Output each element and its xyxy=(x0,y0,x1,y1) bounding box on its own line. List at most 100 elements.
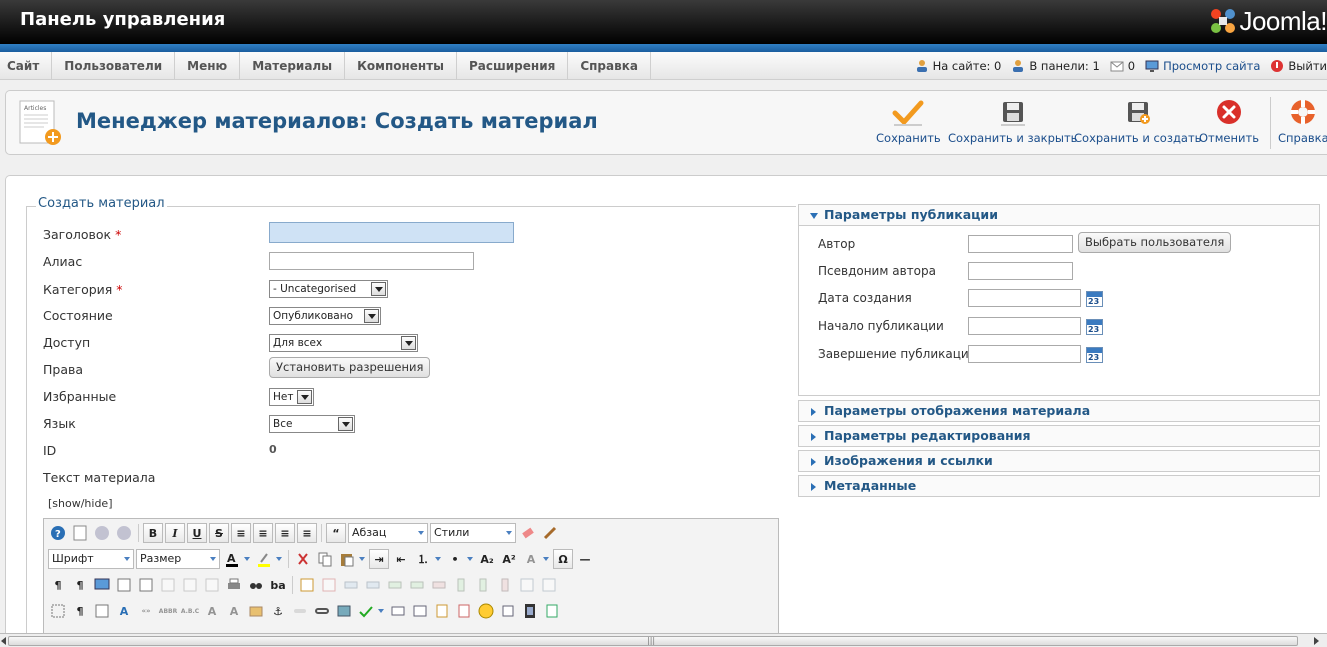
outdent-icon[interactable]: ⇤ xyxy=(391,549,411,569)
chevron-down-icon[interactable] xyxy=(378,601,386,621)
cut-icon[interactable] xyxy=(293,549,313,569)
menu-item-content[interactable]: Материалы xyxy=(240,52,346,80)
link-icon[interactable] xyxy=(312,601,332,621)
format-select[interactable]: Абзац xyxy=(348,523,428,543)
unlink-icon[interactable] xyxy=(290,601,310,621)
author-input[interactable] xyxy=(968,235,1073,253)
horizontal-scrollbar[interactable]: ||| xyxy=(0,633,1327,647)
menu-item-users[interactable]: Пользователи xyxy=(52,52,176,80)
font-family-select[interactable]: Шрифт xyxy=(48,549,134,569)
superscript-icon[interactable]: A² xyxy=(499,549,519,569)
abbr-icon[interactable]: ABBR xyxy=(158,601,178,621)
style-props-icon[interactable]: A xyxy=(114,601,134,621)
media-icon[interactable] xyxy=(498,601,518,621)
copy-icon[interactable] xyxy=(315,549,335,569)
visual-aid-icon[interactable] xyxy=(48,601,68,621)
print-icon[interactable] xyxy=(224,575,244,595)
special-char-icon[interactable]: Ω xyxy=(553,549,573,569)
save-new-button[interactable]: Сохранить и создать xyxy=(1074,99,1201,145)
joomla-logo[interactable]: Joomla! xyxy=(1207,4,1327,38)
blockquote-icon[interactable]: “ xyxy=(326,523,346,543)
del-icon[interactable]: A xyxy=(202,601,222,621)
ins-icon[interactable]: A xyxy=(224,601,244,621)
preview-icon[interactable] xyxy=(114,575,134,595)
publish-up-input[interactable] xyxy=(968,317,1081,335)
menu-item-site[interactable]: Сайт xyxy=(0,52,53,80)
author-alias-input[interactable] xyxy=(968,262,1073,280)
align-right-icon[interactable]: ≡ xyxy=(297,523,317,543)
fullscreen-icon[interactable] xyxy=(92,575,112,595)
chevron-down-icon[interactable] xyxy=(359,549,367,569)
cleanup-broom-icon[interactable] xyxy=(540,523,560,543)
template-insert-icon[interactable] xyxy=(432,601,452,621)
spellcheck-icon[interactable]: A xyxy=(521,549,541,569)
chevron-down-icon[interactable] xyxy=(244,549,252,569)
alias-input[interactable] xyxy=(269,252,474,270)
help-icon[interactable]: ? xyxy=(48,523,68,543)
chevron-down-icon[interactable] xyxy=(276,549,284,569)
save-button[interactable]: Сохранить xyxy=(876,99,941,145)
underline-icon[interactable]: U xyxy=(187,523,207,543)
emoticon-icon[interactable] xyxy=(476,601,496,621)
calendar-icon[interactable]: 23 xyxy=(1086,319,1103,335)
cancel-button[interactable]: Отменить xyxy=(1199,99,1259,145)
chevron-down-icon[interactable] xyxy=(543,549,551,569)
edit-css-icon[interactable] xyxy=(180,575,200,595)
chevron-down-icon[interactable] xyxy=(467,549,475,569)
visual-chars-icon[interactable] xyxy=(92,601,112,621)
publish-down-input[interactable] xyxy=(968,345,1081,363)
indent-icon[interactable]: ⇥ xyxy=(369,549,389,569)
merge-cells-icon[interactable] xyxy=(539,575,559,595)
film-icon[interactable] xyxy=(520,601,540,621)
help-button[interactable]: Справка xyxy=(1278,99,1327,145)
undo-icon[interactable] xyxy=(92,523,112,543)
eraser-icon[interactable] xyxy=(518,523,538,543)
template-icon[interactable] xyxy=(158,575,178,595)
insert-layer-icon[interactable] xyxy=(388,601,408,621)
align-justify-icon[interactable]: ≡ xyxy=(231,523,251,543)
calendar-icon[interactable]: 23 xyxy=(1086,291,1103,307)
show-hide-toggle[interactable]: [show/hide] xyxy=(48,497,113,510)
cell-props-icon[interactable] xyxy=(363,575,383,595)
align-center-icon[interactable]: ≡ xyxy=(253,523,273,543)
row-delete-icon[interactable] xyxy=(429,575,449,595)
font-size-select[interactable]: Размер шрифта xyxy=(136,549,220,569)
page-break-icon[interactable] xyxy=(410,601,430,621)
category-select[interactable]: - Uncategorised xyxy=(269,280,388,298)
save-close-button[interactable]: Сохранить и закрыть xyxy=(948,99,1077,145)
search-icon[interactable] xyxy=(246,575,266,595)
subscript-icon[interactable]: A₂ xyxy=(477,549,497,569)
new-document-icon[interactable] xyxy=(70,523,90,543)
scroll-right-arrow-icon[interactable] xyxy=(1314,637,1319,645)
text-color-icon[interactable]: A xyxy=(222,549,242,569)
menu-item-extensions[interactable]: Расширения xyxy=(457,52,569,80)
row-after-icon[interactable] xyxy=(407,575,427,595)
show-blocks-icon[interactable]: ¶ xyxy=(70,601,90,621)
scroll-left-arrow-icon[interactable] xyxy=(1,637,6,645)
date-time-icon[interactable] xyxy=(454,601,474,621)
menu-item-components[interactable]: Компоненты xyxy=(345,52,458,80)
image-icon[interactable] xyxy=(334,601,354,621)
language-select[interactable]: Все xyxy=(269,415,355,433)
replace-icon[interactable]: ba xyxy=(268,575,288,595)
acronym-icon[interactable]: A.B.C xyxy=(180,601,200,621)
highlight-color-icon[interactable] xyxy=(254,549,274,569)
paste-icon[interactable] xyxy=(337,549,357,569)
featured-select[interactable]: Нет xyxy=(269,388,314,406)
cite-icon[interactable]: «» xyxy=(136,601,156,621)
set-permissions-button[interactable]: Установить разрешения xyxy=(269,357,431,378)
view-site-link[interactable]: Просмотр сайта xyxy=(1145,59,1260,73)
chevron-down-icon[interactable] xyxy=(435,549,443,569)
status-messages[interactable]: 0 xyxy=(1110,59,1135,73)
table-icon[interactable] xyxy=(297,575,317,595)
insert-file-icon[interactable] xyxy=(542,601,562,621)
italic-icon[interactable]: I xyxy=(165,523,185,543)
title-input[interactable] xyxy=(269,222,514,243)
calendar-icon[interactable]: 23 xyxy=(1086,347,1103,363)
horizontal-rule-icon[interactable]: — xyxy=(575,549,595,569)
access-select[interactable]: Для всех xyxy=(269,334,418,352)
created-date-input[interactable] xyxy=(968,289,1081,307)
menu-item-help[interactable]: Справка xyxy=(568,52,651,80)
spellchecker-icon[interactable] xyxy=(356,601,376,621)
col-delete-icon[interactable] xyxy=(495,575,515,595)
